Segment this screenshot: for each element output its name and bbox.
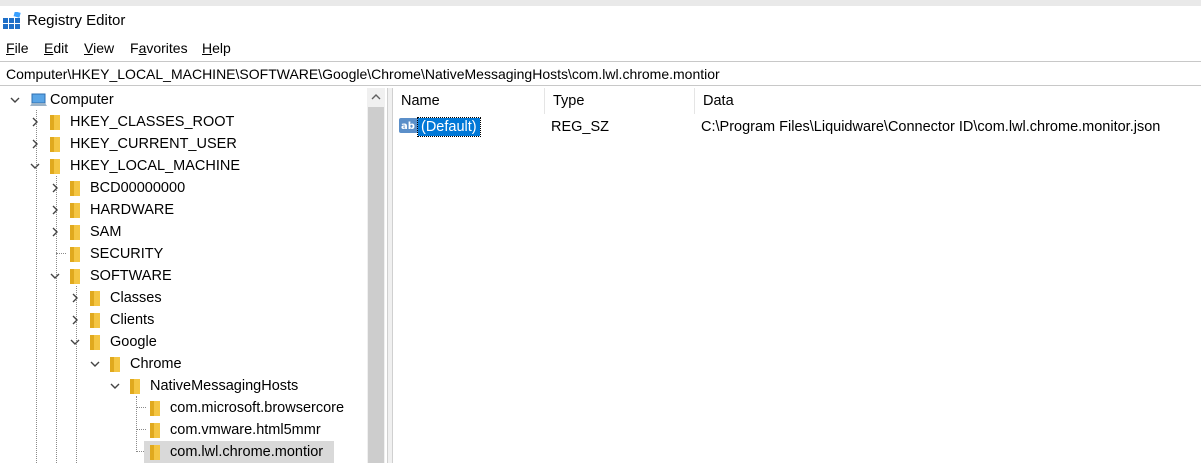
menu-file[interactable]: File bbox=[6, 39, 29, 57]
menu-favorites[interactable]: Favorites bbox=[130, 39, 188, 57]
tree-item-hkcu[interactable]: HKEY_CURRENT_USER bbox=[0, 133, 367, 155]
chevron-right-icon[interactable] bbox=[28, 137, 42, 151]
value-name[interactable]: (Default) bbox=[417, 117, 481, 137]
tree-item-label: Clients bbox=[110, 312, 155, 328]
folder-icon bbox=[50, 137, 60, 152]
title-bar: Registry Editor bbox=[0, 6, 1201, 34]
folder-icon bbox=[150, 445, 160, 460]
folder-icon bbox=[50, 115, 60, 130]
tree-item-label: HKEY_LOCAL_MACHINE bbox=[70, 158, 241, 174]
menu-view[interactable]: View bbox=[84, 39, 114, 57]
chevron-right-icon[interactable] bbox=[48, 225, 62, 239]
folder-icon bbox=[70, 225, 80, 240]
value-type: REG_SZ bbox=[551, 119, 610, 135]
menu-help[interactable]: Help bbox=[202, 39, 231, 57]
tree-item-label: SOFTWARE bbox=[90, 268, 172, 284]
tree-item-label: Chrome bbox=[130, 356, 182, 372]
column-header-type[interactable]: Type bbox=[545, 88, 695, 114]
menu-bar: File Edit View Favorites Help bbox=[0, 36, 1201, 60]
tree-item-clients[interactable]: Clients bbox=[0, 309, 367, 331]
address-bar[interactable]: Computer\HKEY_LOCAL_MACHINE\SOFTWARE\Goo… bbox=[0, 61, 1201, 86]
values-list[interactable]: Name Type Data ab (Default) REG_SZ C:\Pr… bbox=[393, 88, 1201, 463]
chevron-down-icon[interactable] bbox=[88, 357, 102, 371]
column-header-name[interactable]: Name bbox=[393, 88, 545, 114]
tree-item-com-microsoft-browsercore[interactable]: com.microsoft.browsercore bbox=[0, 397, 367, 419]
window-title: Registry Editor bbox=[27, 12, 126, 29]
tree-item-label: HKEY_CURRENT_USER bbox=[70, 136, 237, 152]
tree-item-label: SECURITY bbox=[90, 246, 164, 262]
tree-item-google[interactable]: Google bbox=[0, 331, 367, 353]
tree-item-classes[interactable]: Classes bbox=[0, 287, 367, 309]
folder-icon bbox=[90, 291, 100, 306]
tree-item-software[interactable]: SOFTWARE bbox=[0, 265, 367, 287]
folder-icon bbox=[70, 247, 80, 262]
folder-icon bbox=[110, 357, 120, 372]
string-value-icon: ab bbox=[399, 118, 418, 133]
folder-icon bbox=[70, 181, 80, 196]
folder-icon bbox=[90, 313, 100, 328]
tree-item-label: com.microsoft.browsercore bbox=[170, 400, 345, 416]
tree-item-label: NativeMessagingHosts bbox=[150, 378, 299, 394]
chevron-down-icon[interactable] bbox=[68, 335, 82, 349]
registry-editor-icon bbox=[3, 12, 21, 29]
chevron-right-icon[interactable] bbox=[48, 181, 62, 195]
tree-item-label: BCD00000000 bbox=[90, 180, 186, 196]
tree-item-com-lwl-chrome-montior[interactable]: com.lwl.chrome.montior bbox=[0, 441, 367, 463]
folder-icon bbox=[90, 335, 100, 350]
folder-icon bbox=[130, 379, 140, 394]
chevron-right-icon[interactable] bbox=[68, 313, 82, 327]
tree-item-label: SAM bbox=[90, 224, 122, 240]
chevron-down-icon[interactable] bbox=[108, 379, 122, 393]
chevron-down-icon[interactable] bbox=[28, 159, 42, 173]
scroll-up-arrow-icon[interactable] bbox=[367, 88, 385, 106]
chevron-right-icon[interactable] bbox=[48, 203, 62, 217]
key-tree[interactable]: Computer HKEY_CLASSES_ROOT HKEY_CURRENT_… bbox=[0, 88, 387, 463]
list-item[interactable]: ab (Default) REG_SZ C:\Program Files\Liq… bbox=[393, 115, 1201, 137]
value-data: C:\Program Files\Liquidware\Connector ID… bbox=[701, 119, 1161, 135]
tree-item-hardware[interactable]: HARDWARE bbox=[0, 199, 367, 221]
chevron-down-icon[interactable] bbox=[8, 93, 22, 107]
tree-item-label: Google bbox=[110, 334, 157, 350]
chevron-down-icon[interactable] bbox=[48, 269, 62, 283]
scrollbar-thumb[interactable] bbox=[368, 107, 384, 463]
tree-item-computer[interactable]: Computer bbox=[0, 89, 367, 111]
tree-item-hklm[interactable]: HKEY_LOCAL_MACHINE bbox=[0, 155, 367, 177]
svg-text:ab: ab bbox=[401, 121, 415, 132]
tree-item-com-vmware-html5mmr[interactable]: com.vmware.html5mmr bbox=[0, 419, 367, 441]
folder-icon bbox=[50, 159, 60, 174]
folder-icon bbox=[70, 269, 80, 284]
column-header-data[interactable]: Data bbox=[695, 88, 1201, 114]
tree-item-nativemessaginghosts[interactable]: NativeMessagingHosts bbox=[0, 375, 367, 397]
computer-icon bbox=[30, 93, 47, 106]
folder-icon bbox=[150, 423, 160, 438]
chevron-right-icon[interactable] bbox=[28, 115, 42, 129]
tree-scrollbar[interactable] bbox=[367, 88, 385, 463]
tree-item-label: com.vmware.html5mmr bbox=[170, 422, 321, 438]
folder-icon bbox=[150, 401, 160, 416]
chevron-right-icon[interactable] bbox=[68, 291, 82, 305]
tree-item-bcd[interactable]: BCD00000000 bbox=[0, 177, 367, 199]
tree-item-label: HARDWARE bbox=[90, 202, 175, 218]
tree-item-label: Classes bbox=[110, 290, 162, 306]
menu-edit[interactable]: Edit bbox=[44, 39, 68, 57]
tree-item-sam[interactable]: SAM bbox=[0, 221, 367, 243]
address-path[interactable]: Computer\HKEY_LOCAL_MACHINE\SOFTWARE\Goo… bbox=[6, 66, 720, 82]
folder-icon bbox=[70, 203, 80, 218]
tree-item-label: HKEY_CLASSES_ROOT bbox=[70, 114, 235, 130]
tree-item-label: Computer bbox=[50, 92, 114, 108]
tree-item-security[interactable]: SECURITY bbox=[0, 243, 367, 265]
tree-item-label: com.lwl.chrome.montior bbox=[170, 444, 324, 460]
tree-item-chrome[interactable]: Chrome bbox=[0, 353, 367, 375]
tree-item-hkcr[interactable]: HKEY_CLASSES_ROOT bbox=[0, 111, 367, 133]
